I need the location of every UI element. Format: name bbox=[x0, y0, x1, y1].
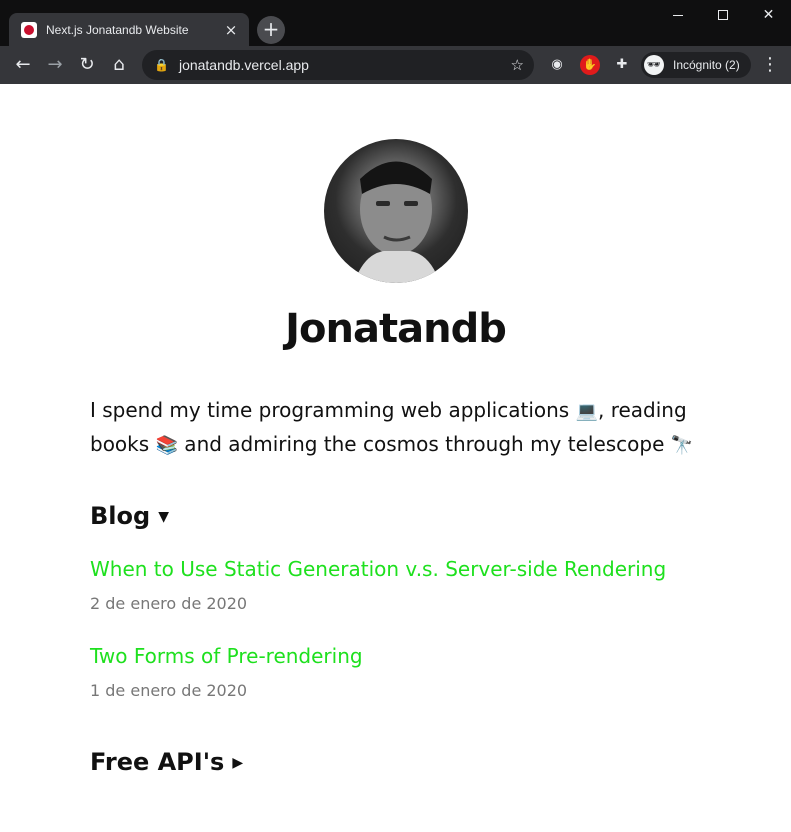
browser-menu-icon[interactable]: ⋮ bbox=[758, 51, 782, 79]
spy-extension-icon[interactable]: ◉ bbox=[547, 55, 567, 75]
blog-post-date: 2 de enero de 2020 bbox=[90, 594, 248, 613]
intro-paragraph: I spend my time programming web applicat… bbox=[90, 394, 710, 462]
page-title: Jonatandb bbox=[285, 306, 507, 352]
tab-close-icon[interactable]: × bbox=[223, 22, 239, 38]
incognito-label: Incógnito (2) bbox=[673, 58, 740, 72]
tab-strip: Next.js Jonatandb Website × + ✕ bbox=[0, 0, 791, 46]
tab-title: Next.js Jonatandb Website bbox=[46, 22, 189, 37]
browser-chrome: Next.js Jonatandb Website × + ✕ ← → ↻ ⌂ … bbox=[0, 0, 791, 84]
blog-heading[interactable]: Blog ▼ bbox=[90, 502, 169, 530]
lock-icon[interactable]: 🔒 bbox=[154, 58, 169, 72]
blog-heading-label: Blog bbox=[90, 502, 151, 530]
adblock-hand-icon[interactable]: ✋ bbox=[580, 55, 600, 75]
address-bar[interactable]: 🔒 jonatandb.vercel.app ☆ bbox=[142, 50, 534, 80]
free-apis-heading[interactable]: Free API's ▶ bbox=[90, 748, 243, 776]
maximize-button[interactable] bbox=[700, 0, 745, 30]
favicon-icon bbox=[21, 21, 37, 38]
intro-text-1a: I spend my time programming web applicat… bbox=[90, 398, 576, 422]
back-button[interactable]: ← bbox=[9, 51, 37, 79]
incognito-profile-button[interactable]: 🕶 Incógnito (2) bbox=[641, 52, 751, 78]
puzzle-extensions-icon[interactable]: ✚ bbox=[612, 55, 632, 75]
books-icon: 📚 bbox=[155, 435, 178, 456]
minimize-button[interactable] bbox=[655, 0, 700, 30]
url-text[interactable]: jonatandb.vercel.app bbox=[179, 57, 511, 73]
arrow-right-icon: ▶ bbox=[232, 755, 244, 771]
home-button[interactable]: ⌂ bbox=[105, 51, 133, 79]
blog-post-date: 1 de enero de 2020 bbox=[90, 681, 248, 700]
reload-button[interactable]: ↻ bbox=[73, 51, 101, 79]
close-window-button[interactable]: ✕ bbox=[746, 0, 791, 30]
intro-text-2b: and admiring the cosmos through my teles… bbox=[177, 432, 671, 456]
bookmark-star-icon[interactable]: ☆ bbox=[511, 56, 524, 74]
browser-toolbar: ← → ↻ ⌂ 🔒 jonatandb.vercel.app ☆ ◉ ✋ ✚ 🕶… bbox=[0, 46, 791, 84]
avatar bbox=[324, 139, 468, 283]
telescope-icon: 🔭 bbox=[670, 435, 694, 456]
tab-active[interactable]: Next.js Jonatandb Website × bbox=[9, 13, 249, 46]
free-apis-heading-label: Free API's bbox=[90, 748, 225, 776]
blog-post-link[interactable]: When to Use Static Generation v.s. Serve… bbox=[90, 557, 666, 581]
incognito-icon: 🕶 bbox=[644, 55, 664, 75]
intro-text-2a: books bbox=[90, 432, 156, 456]
maximize-icon bbox=[717, 10, 728, 20]
intro-text-1b: , reading bbox=[598, 398, 687, 422]
page-content: Jonatandb I spend my time programming we… bbox=[0, 84, 791, 832]
laptop-icon: 💻 bbox=[575, 401, 598, 422]
forward-button[interactable]: → bbox=[41, 51, 69, 79]
arrow-down-icon: ▼ bbox=[158, 509, 169, 525]
new-tab-button[interactable]: + bbox=[257, 16, 285, 44]
minimize-icon bbox=[672, 14, 683, 16]
blog-post-link[interactable]: Two Forms of Pre-rendering bbox=[90, 644, 363, 668]
